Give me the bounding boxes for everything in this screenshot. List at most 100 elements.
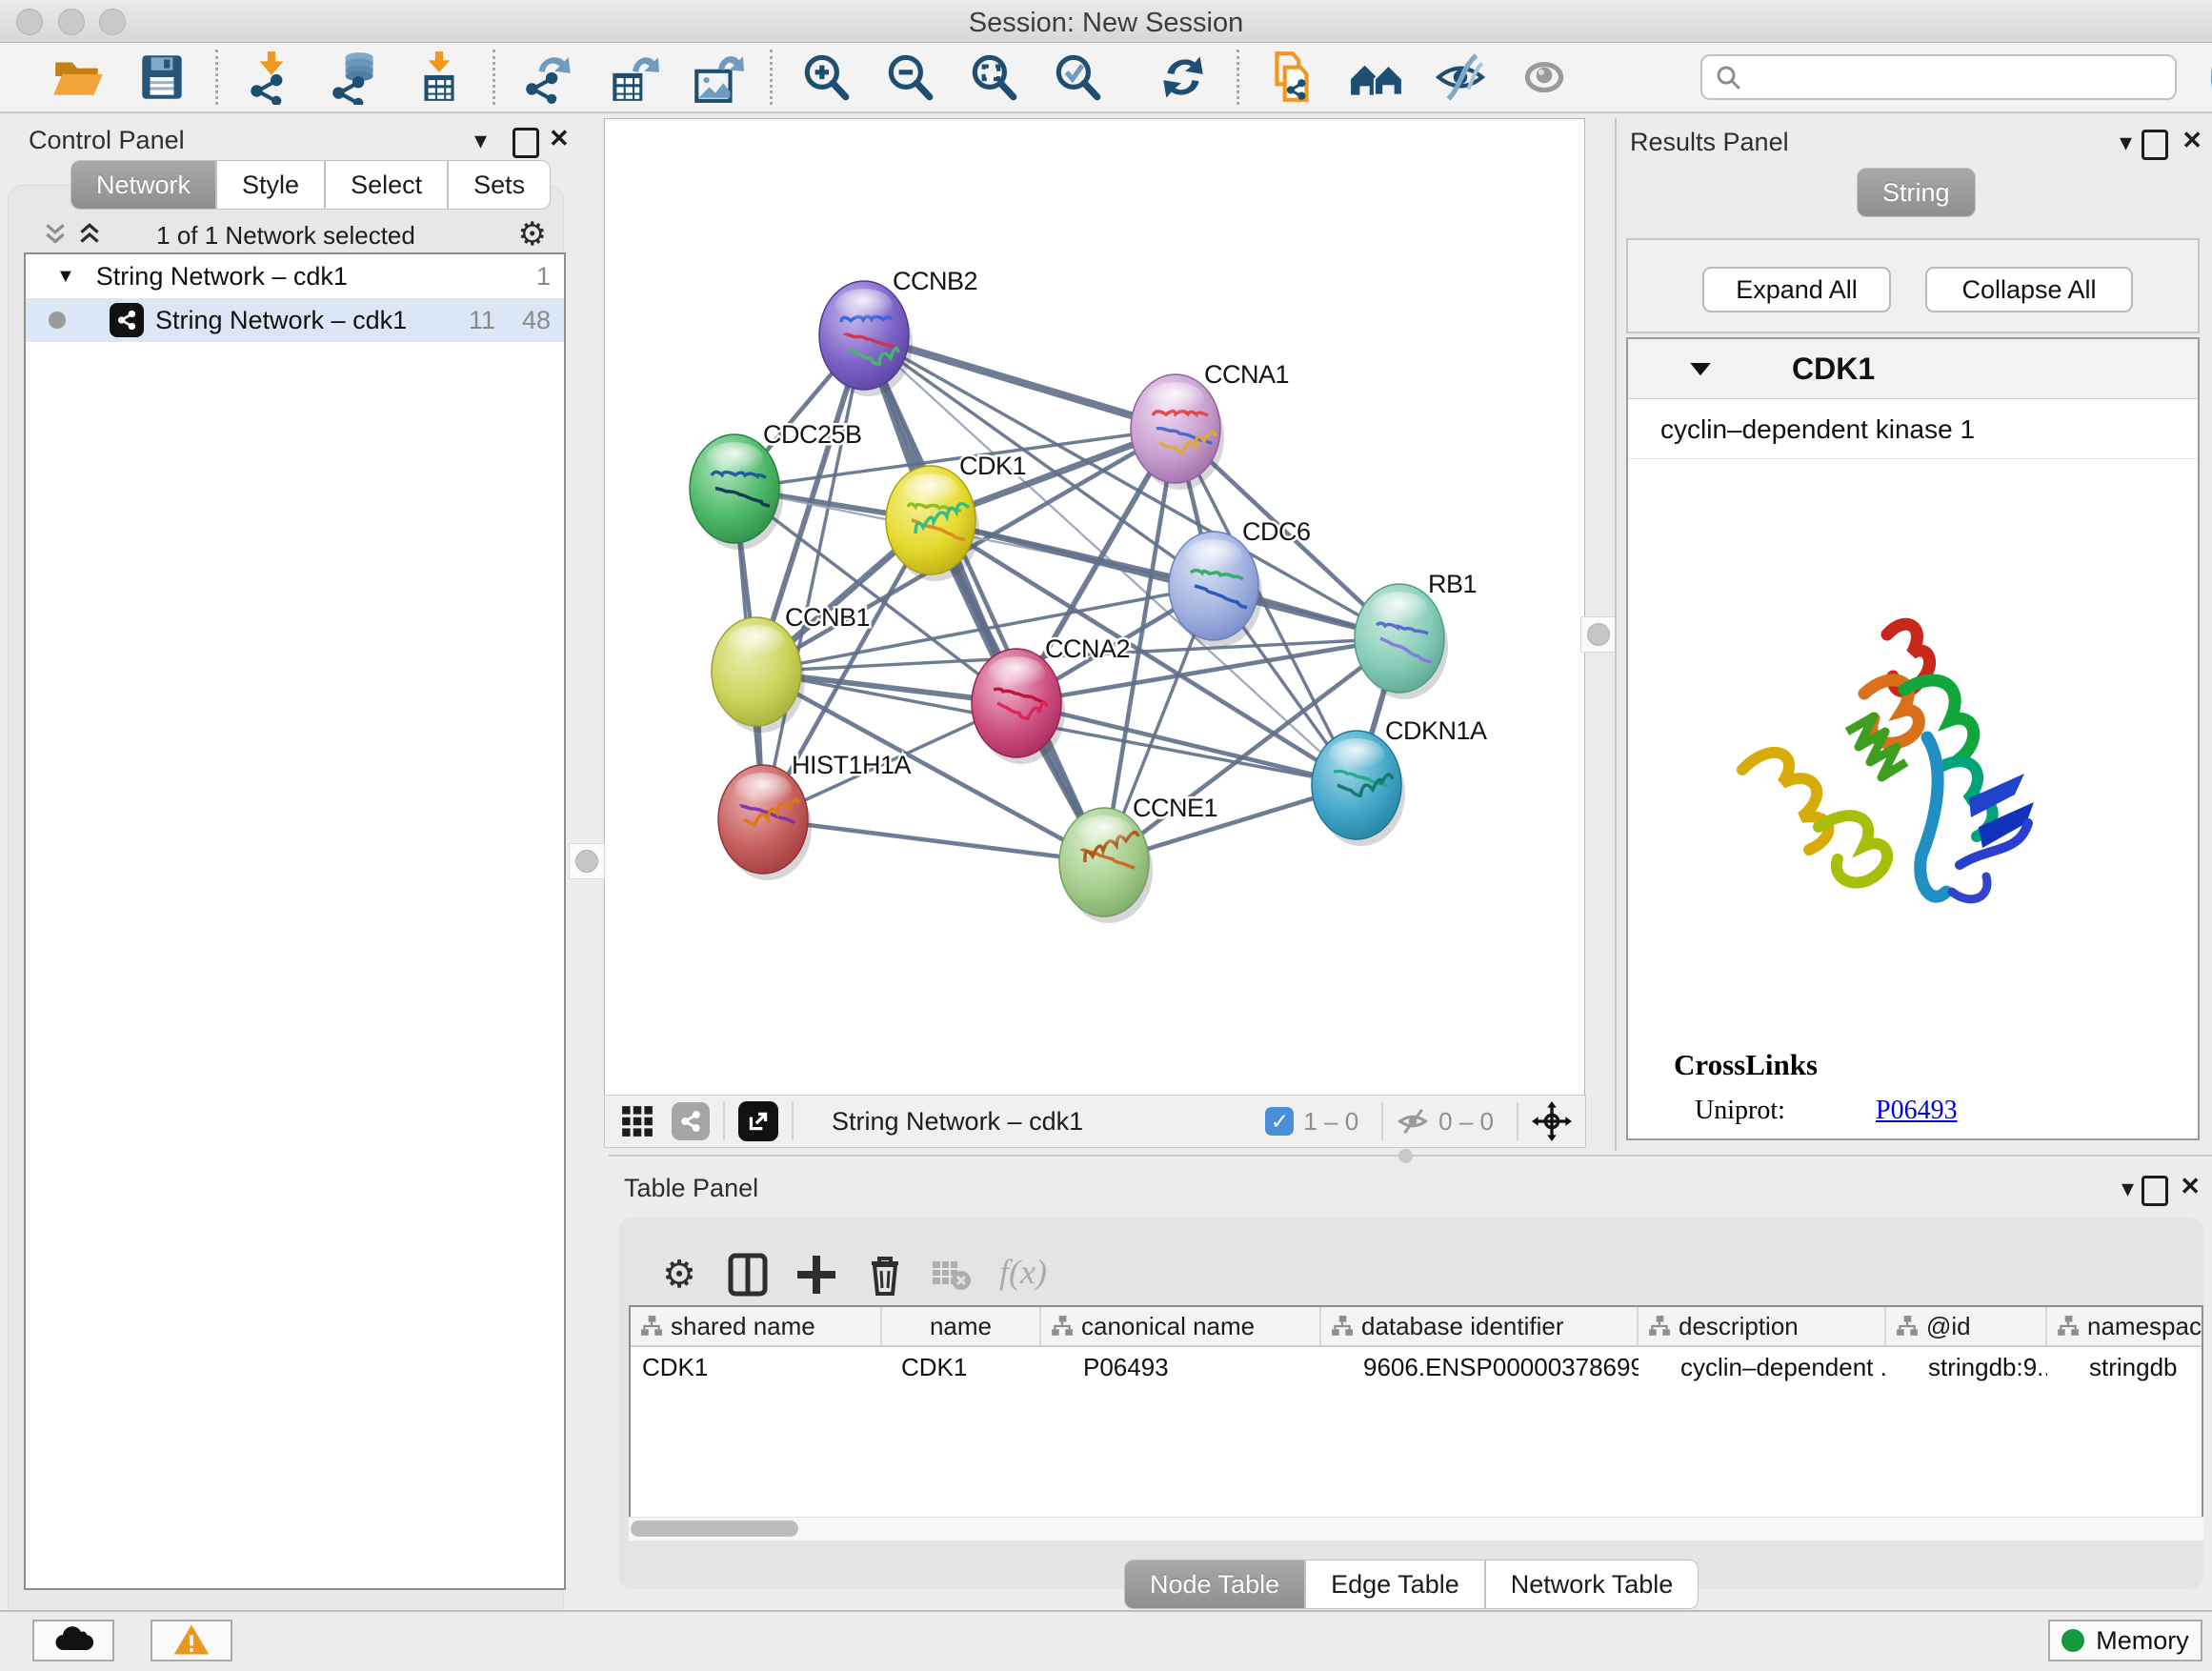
export-image-button[interactable] (689, 50, 744, 105)
control-panel-float-icon[interactable] (513, 128, 539, 163)
tab-select[interactable]: Select (325, 160, 448, 210)
network-node-RB1[interactable]: RB1 (1355, 570, 1477, 699)
delete-table-button[interactable] (929, 1252, 975, 1298)
birdseye-grid-icon[interactable] (620, 1104, 654, 1138)
right-splitter-handle[interactable] (1580, 616, 1617, 653)
search-input[interactable] (1750, 62, 2175, 93)
network-from-selection-button[interactable] (1265, 50, 1320, 105)
column-header-database-identifier[interactable]: database identifier (1321, 1307, 1639, 1345)
hide-selected-button[interactable] (1433, 50, 1488, 105)
refresh-view-button[interactable] (1156, 50, 1211, 105)
memory-button[interactable]: Memory (2048, 1620, 2202, 1661)
clone-network-document-icon (1265, 50, 1320, 105)
network-selection-bar: 1 of 1 Network selected ⚙ (8, 213, 564, 255)
table-cell[interactable]: CDK1 (631, 1353, 882, 1382)
column-tree-icon (1331, 1315, 1354, 1338)
tab-node-table[interactable]: Node Table (1124, 1560, 1305, 1609)
network-node-CDC25B[interactable]: CDC25B (690, 420, 862, 550)
table-panel-menu-icon[interactable]: ▾ (2122, 1176, 2134, 1200)
network-node-CDK1[interactable]: CDK1 (886, 452, 1026, 581)
control-panel-menu-icon[interactable]: ▾ (474, 128, 487, 152)
warnings-button[interactable] (151, 1620, 232, 1661)
tree-expand-icon[interactable]: ▼ (56, 266, 75, 288)
network-edge[interactable] (864, 335, 1104, 862)
crosslink-label: Uniprot: (1695, 1096, 1876, 1126)
export-table-button[interactable] (605, 50, 660, 105)
table-cell[interactable]: 9606.ENSP00000378699 (1321, 1353, 1639, 1382)
network-node-CCNB2[interactable]: CCNB2 (819, 267, 977, 396)
tab-string[interactable]: String (1857, 168, 1976, 217)
share-view-icon[interactable] (672, 1102, 710, 1140)
network-edge[interactable] (763, 819, 1104, 862)
cloud-status-button[interactable] (32, 1620, 114, 1661)
export-network-icon (521, 50, 576, 105)
import-network-database-button[interactable] (328, 50, 383, 105)
fit-selected-crosshair-icon[interactable] (1532, 1101, 1572, 1141)
table-cell[interactable]: cyclin–dependent ... (1639, 1353, 1886, 1382)
table-cell[interactable]: P06493 (1041, 1353, 1321, 1382)
tab-style[interactable]: Style (216, 160, 325, 210)
control-panel-close-icon[interactable]: ✕ (549, 126, 570, 151)
tab-network-table[interactable]: Network Table (1485, 1560, 1699, 1609)
column-header-canonical-name[interactable]: canonical name (1041, 1307, 1321, 1345)
table-cell[interactable]: CDK1 (882, 1353, 1041, 1382)
export-network-button[interactable] (521, 50, 576, 105)
delete-column-button[interactable] (862, 1252, 908, 1298)
add-column-button[interactable] (794, 1252, 839, 1298)
left-splitter-handle[interactable] (569, 843, 605, 879)
tab-edge-table[interactable]: Edge Table (1305, 1560, 1485, 1609)
hidden-eye-icon[interactable] (1397, 1105, 1429, 1137)
node-label-CCNB2: CCNB2 (893, 267, 977, 295)
network-node-CCNA1[interactable]: CCNA1 (1131, 360, 1289, 490)
apply-function-fx-icon[interactable]: f(x) (999, 1252, 1085, 1298)
control-panel-tabs: Network Style Select Sets (70, 160, 551, 210)
network-row-selected[interactable]: String Network – cdk1 11 48 (26, 298, 564, 342)
tab-sets[interactable]: Sets (448, 160, 551, 210)
network-canvas[interactable]: CCNB2CCNA1CDC25BCDK1CDC6RB1CCNB1CCNA2CDK… (604, 118, 1585, 1096)
show-columns-button[interactable] (725, 1252, 771, 1298)
collapse-all-button[interactable]: Collapse All (1925, 267, 2133, 312)
results-panel-close-icon[interactable]: ✕ (2182, 128, 2202, 152)
column-header-namespace[interactable]: namespace (2047, 1307, 2203, 1345)
import-network-file-button[interactable] (244, 50, 299, 105)
search-field[interactable] (1700, 54, 2177, 100)
column-header-shared-name[interactable]: shared name (631, 1307, 882, 1345)
first-neighbors-button[interactable] (1349, 50, 1404, 105)
table-panel-close-icon[interactable]: ✕ (2180, 1174, 2201, 1198)
open-in-window-icon[interactable] (738, 1101, 778, 1141)
tab-network[interactable]: Network (70, 160, 216, 210)
column-header-description[interactable]: description (1639, 1307, 1886, 1345)
table-cell[interactable]: stringdb:9... (1886, 1353, 2047, 1382)
crosslink-link[interactable]: P06493 (1876, 1096, 1958, 1126)
network-node-HIST1H1A[interactable]: HIST1H1A (718, 751, 912, 880)
table-cell[interactable]: stringdb (2047, 1353, 2203, 1382)
scrollbar-thumb[interactable] (631, 1520, 798, 1537)
table-horizontal-scrollbar[interactable] (629, 1517, 2203, 1540)
section-collapse-icon[interactable] (1689, 360, 1712, 377)
zoom-in-button[interactable] (798, 50, 854, 105)
network-options-gear-icon[interactable]: ⚙ (518, 215, 547, 253)
table-row[interactable]: CDK1CDK1P064939606.ENSP00000378699cyclin… (631, 1347, 2202, 1387)
node-table[interactable]: shared namenamecanonical namedatabase id… (629, 1305, 2203, 1539)
import-table-file-button[interactable] (412, 50, 467, 105)
selected-checkbox-icon[interactable]: ✓ (1265, 1107, 1294, 1136)
node-label-CDC6: CDC6 (1242, 517, 1311, 546)
network-node-CDC6[interactable]: CDC6 (1169, 517, 1311, 647)
table-options-gear-icon[interactable]: ⚙ (656, 1252, 702, 1298)
show-all-button[interactable] (1517, 50, 1572, 105)
table-panel-float-icon[interactable] (2142, 1176, 2168, 1211)
column-header-name[interactable]: name (882, 1307, 1041, 1345)
zoom-fit-button[interactable] (966, 50, 1021, 105)
zoom-selected-button[interactable] (1050, 50, 1105, 105)
node-label-CDC25B: CDC25B (763, 420, 862, 449)
results-panel-float-icon[interactable] (2142, 130, 2168, 165)
zoom-out-button[interactable] (882, 50, 937, 105)
expand-all-button[interactable]: Expand All (1702, 267, 1891, 312)
network-node-CDKN1A[interactable]: CDKN1A (1312, 716, 1487, 846)
results-panel-menu-icon[interactable]: ▾ (2120, 130, 2132, 154)
network-collection-row[interactable]: ▼ String Network – cdk1 1 (26, 254, 564, 298)
gene-section-header[interactable]: CDK1 (1628, 339, 2198, 399)
column-header--id[interactable]: @id (1886, 1307, 2047, 1345)
save-session-button[interactable] (134, 50, 190, 105)
open-session-button[interactable] (50, 50, 106, 105)
